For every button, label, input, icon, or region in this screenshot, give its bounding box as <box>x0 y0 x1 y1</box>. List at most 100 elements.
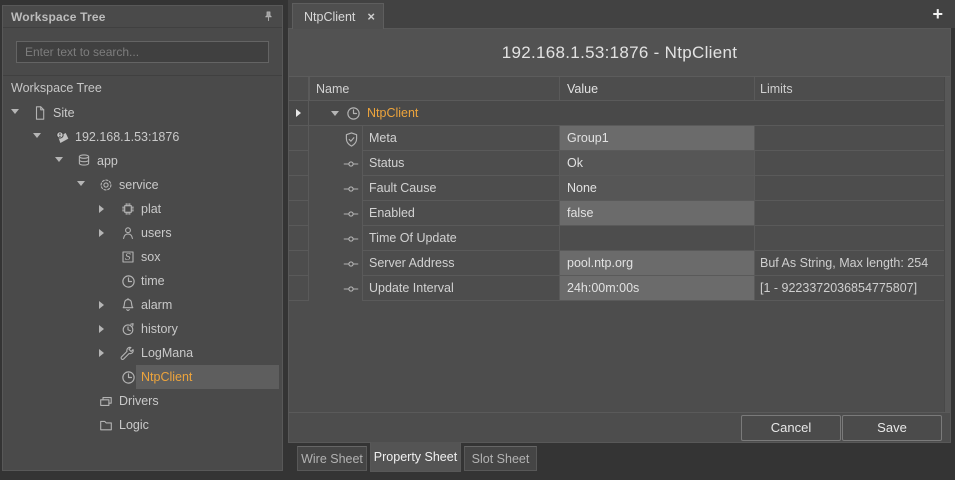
chip-icon <box>120 201 136 217</box>
tree-item-label: LogMana <box>141 341 193 365</box>
slot-icon <box>343 206 359 222</box>
tree-item-label: Logic <box>119 413 149 437</box>
row-indent <box>309 276 362 301</box>
tree-item-logic[interactable]: Logic <box>3 413 282 437</box>
cancel-button[interactable]: Cancel <box>741 415 841 441</box>
workbench-window: Workspace Tree Workspace Tree Site192.16… <box>0 0 955 480</box>
row-gutter <box>289 201 309 226</box>
row-gutter <box>289 151 309 176</box>
property-row-enabled: Enabledfalse <box>289 201 950 226</box>
row-gutter <box>289 226 309 251</box>
property-value-cell[interactable]: Group1 <box>559 126 754 151</box>
tree-item-label: NtpClient <box>141 365 192 389</box>
history-icon <box>120 321 136 337</box>
property-limits-cell: [1 - 9223372036854775807] <box>754 276 944 301</box>
slot-icon <box>343 281 359 297</box>
row-gutter <box>289 176 309 201</box>
tree-item-label: users <box>141 221 172 245</box>
tree-item-label: sox <box>141 245 160 269</box>
row-indent <box>309 251 362 276</box>
pin-icon[interactable] <box>262 10 275 24</box>
row-gutter <box>289 276 309 301</box>
workspace-tree-panel: Workspace Tree Workspace Tree Site192.16… <box>2 5 283 471</box>
property-grid: Name Value Limits NtpClientMetaGroup1Sta… <box>289 77 950 412</box>
collapse-arrow-icon[interactable] <box>11 109 19 114</box>
expand-arrow-icon[interactable] <box>99 229 104 237</box>
clock-icon <box>120 273 136 289</box>
view-tab-wire-sheet[interactable]: Wire Sheet <box>297 446 367 471</box>
row-indent <box>309 126 362 151</box>
view-tab-property-sheet[interactable]: Property Sheet <box>370 442 461 472</box>
tree-item-site[interactable]: Site <box>3 101 282 125</box>
tree-item-app[interactable]: app <box>3 149 282 173</box>
add-tab-button[interactable]: + <box>932 3 943 25</box>
tree-item-users[interactable]: users <box>3 221 282 245</box>
row-gutter[interactable] <box>289 101 309 126</box>
collapse-arrow-icon[interactable] <box>33 133 41 138</box>
tree-item-history[interactable]: history <box>3 317 282 341</box>
workspace-tree-header: Workspace Tree <box>3 6 282 28</box>
folder-icon <box>98 417 114 433</box>
property-limits-cell <box>754 226 944 251</box>
tree-item-service[interactable]: service <box>3 173 282 197</box>
sheet-footer: Cancel Save <box>289 412 950 442</box>
tree-item-label: Site <box>53 101 75 125</box>
row-indent <box>309 201 362 226</box>
tab-ntpclient[interactable]: NtpClient × <box>292 3 384 29</box>
property-limits-cell <box>754 126 944 151</box>
slot-icon <box>343 156 359 172</box>
search-area <box>3 28 282 76</box>
property-value-cell[interactable]: 24h:00m:00s <box>559 276 754 301</box>
wrench-icon <box>120 345 136 361</box>
tree-item-192-168-1-53-1876[interactable]: 192.168.1.53:1876 <box>3 125 282 149</box>
tab-label: NtpClient <box>304 10 355 24</box>
property-limits-cell <box>754 201 944 226</box>
expand-arrow-icon[interactable] <box>99 349 104 357</box>
property-sheet-panel: 192.168.1.53:1876 - NtpClient Name Value… <box>288 28 951 443</box>
expand-arrow-icon[interactable] <box>99 205 104 213</box>
tree-item-ntpclient[interactable]: NtpClient <box>3 365 282 389</box>
search-input[interactable] <box>16 41 269 63</box>
station-icon <box>54 129 70 145</box>
property-row-meta: MetaGroup1 <box>289 126 950 151</box>
workspace-tree: Site192.168.1.53:1876appserviceplatusers… <box>3 101 282 437</box>
close-icon[interactable]: × <box>367 10 375 23</box>
property-value-cell[interactable]: pool.ntp.org <box>559 251 754 276</box>
tree-item-logmana[interactable]: LogMana <box>3 341 282 365</box>
collapse-arrow-icon[interactable] <box>55 157 63 162</box>
shield-check-icon <box>343 131 359 147</box>
tree-item-label: plat <box>141 197 161 221</box>
property-value-cell: None <box>559 176 754 201</box>
database-icon <box>76 153 92 169</box>
document-icon <box>32 105 48 121</box>
user-icon <box>120 225 136 241</box>
tree-item-label: alarm <box>141 293 172 317</box>
expand-arrow-icon[interactable] <box>99 301 104 309</box>
property-name-cell: Status <box>362 151 559 176</box>
property-value-cell[interactable]: false <box>559 201 754 226</box>
slot-icon <box>343 181 359 197</box>
view-tab-slot-sheet[interactable]: Slot Sheet <box>464 446 537 471</box>
collapse-arrow-icon[interactable] <box>77 181 85 186</box>
tree-section-label: Workspace Tree <box>3 76 282 101</box>
component-value-cell <box>559 101 754 126</box>
column-header-value: Value <box>559 77 754 101</box>
property-row-time-of-update: Time Of Update <box>289 226 950 251</box>
component-name-label: NtpClient <box>367 106 418 120</box>
tree-item-plat[interactable]: plat <box>3 197 282 221</box>
property-name-cell: Enabled <box>362 201 559 226</box>
scrollbar[interactable] <box>944 77 950 412</box>
tree-item-time[interactable]: time <box>3 269 282 293</box>
save-button[interactable]: Save <box>842 415 942 441</box>
gear-icon <box>98 177 114 193</box>
slot-icon <box>343 256 359 272</box>
tree-item-sox[interactable]: Ssox <box>3 245 282 269</box>
expand-arrow-icon[interactable] <box>99 325 104 333</box>
tree-item-drivers[interactable]: Drivers <box>3 389 282 413</box>
column-header-name: Name <box>309 77 559 101</box>
collapse-arrow-icon[interactable] <box>331 111 339 116</box>
property-row-fault-cause: Fault CauseNone <box>289 176 950 201</box>
header-gutter <box>289 77 309 101</box>
row-marker-icon[interactable] <box>296 109 301 117</box>
tree-item-alarm[interactable]: alarm <box>3 293 282 317</box>
